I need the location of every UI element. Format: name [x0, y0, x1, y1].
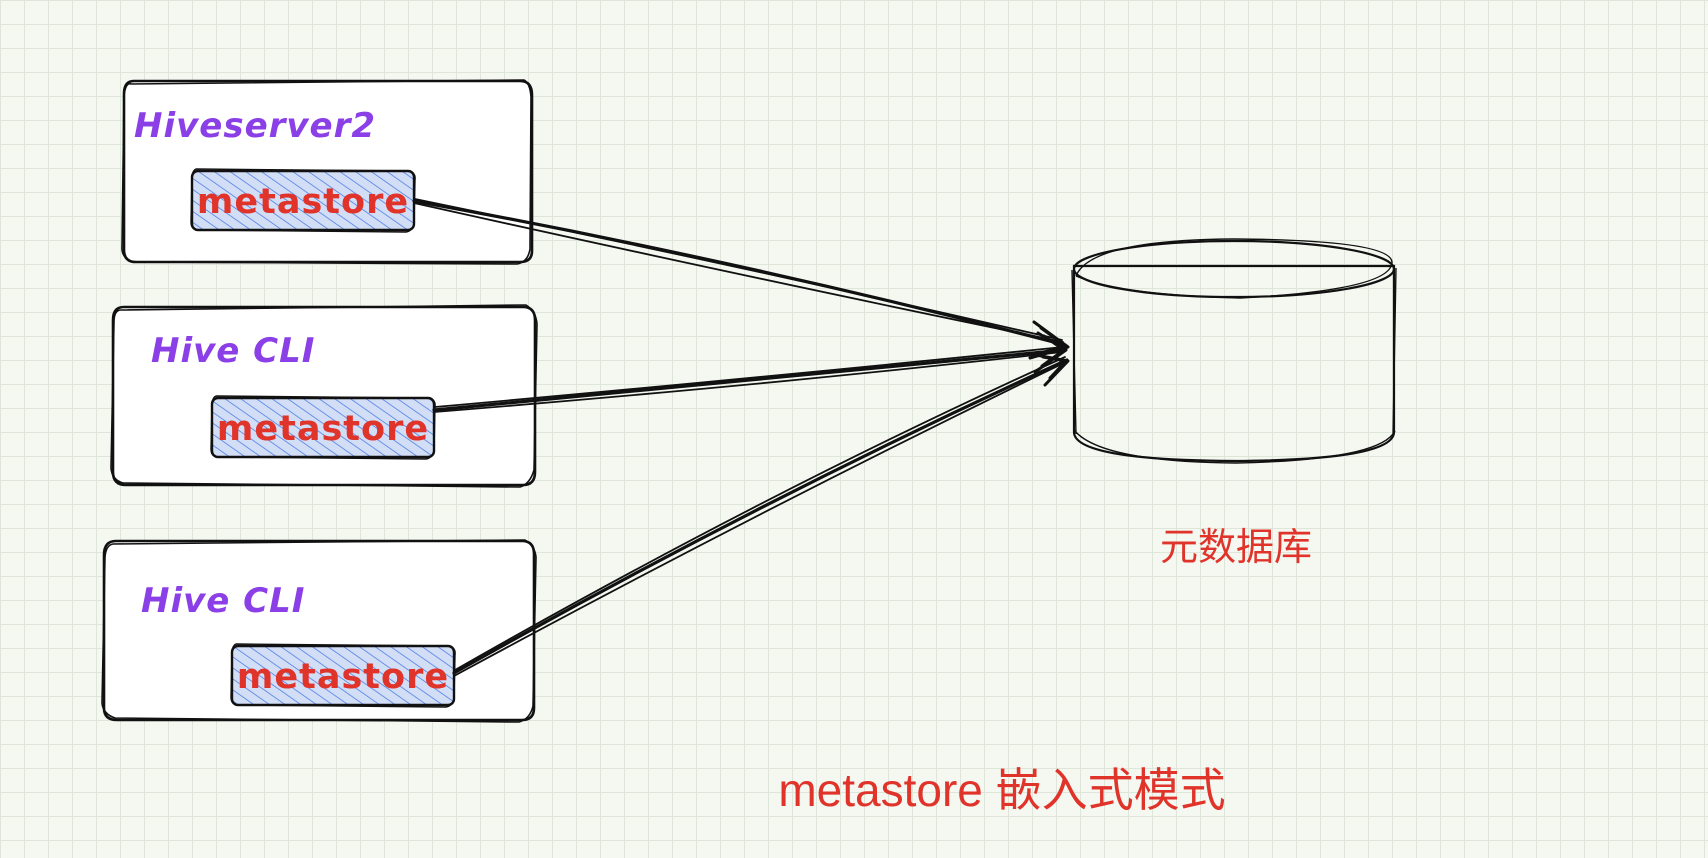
metastore-label: metastore [217, 409, 429, 449]
database-cylinder-side-sketch [1071, 267, 1397, 437]
database-label: 元数据库 [1160, 525, 1312, 569]
metastore-block: metastore [210, 395, 436, 460]
arrowhead-icon [1034, 353, 1070, 387]
database-cylinder-icon [1071, 238, 1397, 464]
metastore-block: metastore [190, 168, 416, 233]
database-cylinder-body [1072, 264, 1396, 463]
component-box-hiveserver2: Hiveserver2 metastore [121, 79, 534, 265]
diagram-canvas: Hiveserver2 metastore Hive CLI metastore… [101, 79, 1397, 816]
arrow-hive-cli-2-to-database [452, 356, 1069, 677]
diagram-caption: metastore 嵌入式模式 [778, 764, 1225, 816]
metastore-label: metastore [197, 182, 409, 222]
component-label: Hiveserver2 [134, 106, 376, 146]
component-label: Hive CLI [151, 331, 315, 371]
component-label: Hive CLI [141, 581, 305, 621]
component-box-hive-cli-1: Hive CLI metastore [110, 304, 538, 488]
metastore-block: metastore [230, 643, 456, 708]
component-box-hive-cli-2: Hive CLI metastore [101, 539, 537, 723]
database-cylinder-bottom-sketch [1073, 429, 1396, 464]
metastore-label: metastore [237, 657, 449, 697]
